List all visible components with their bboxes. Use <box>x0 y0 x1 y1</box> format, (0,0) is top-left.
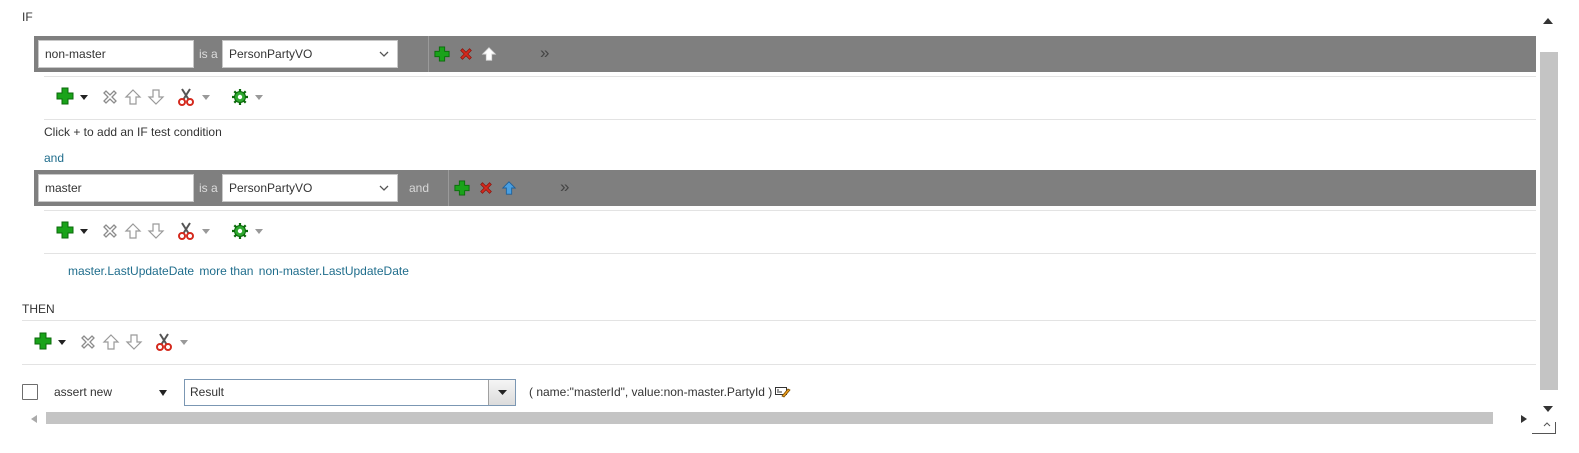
fact-type-value: PersonPartyVO <box>229 47 313 61</box>
connector-and-link[interactable]: and <box>44 151 64 165</box>
divider <box>44 253 1536 254</box>
delete-icon[interactable] <box>101 88 119 106</box>
add-icon[interactable] <box>454 180 470 196</box>
divider <box>44 119 1536 120</box>
expand-icon[interactable]: » <box>560 178 569 196</box>
cut-icon[interactable] <box>155 333 173 351</box>
divider <box>22 364 1536 365</box>
condition-operator[interactable]: more than <box>199 264 253 278</box>
fact-type-combobox[interactable]: Result <box>184 379 516 406</box>
chevron-down-icon <box>379 185 389 191</box>
assert-arguments: ( name:"masterId", value:non-master.Part… <box>529 385 773 399</box>
pattern-variable-input[interactable]: master <box>38 174 194 202</box>
move-up-icon[interactable] <box>481 46 497 62</box>
scroll-up-arrow-icon[interactable] <box>1542 16 1554 26</box>
delete-icon[interactable] <box>478 180 494 196</box>
scroll-down-arrow-icon[interactable] <box>1542 404 1554 414</box>
then-section-label: THEN <box>22 302 55 316</box>
move-up-icon[interactable] <box>124 222 142 240</box>
add-icon[interactable] <box>56 221 74 239</box>
pattern-and-label: and <box>409 181 430 195</box>
gear-icon[interactable] <box>231 88 249 106</box>
add-menu-chevron-icon[interactable] <box>80 229 88 234</box>
vertical-scroll-thumb[interactable] <box>1540 52 1558 390</box>
if-section-label: IF <box>22 10 33 24</box>
move-down-icon[interactable] <box>125 333 143 351</box>
is-a-label: is a <box>199 181 218 195</box>
combobox-dropdown-button[interactable] <box>488 380 515 405</box>
add-condition-hint: Click + to add an IF test condition <box>44 125 222 139</box>
cut-menu-chevron-icon[interactable] <box>202 95 210 100</box>
pattern-bar-master: master is a PersonPartyVO and » <box>34 170 1536 206</box>
fact-type-select[interactable]: PersonPartyVO <box>222 174 398 202</box>
move-up-icon[interactable] <box>501 180 517 196</box>
pattern-bar-non-master: non-master is a PersonPartyVO » <box>34 36 1536 72</box>
fact-type-value: Result <box>190 385 225 399</box>
move-down-icon[interactable] <box>147 88 165 106</box>
condition-right-operand[interactable]: non-master.LastUpdateDate <box>259 264 409 278</box>
add-icon[interactable] <box>34 332 52 350</box>
cut-menu-chevron-icon[interactable] <box>202 229 210 234</box>
add-icon[interactable] <box>434 46 450 62</box>
horizontal-scroll-thumb[interactable] <box>46 412 1493 424</box>
cut-menu-chevron-icon[interactable] <box>180 340 188 345</box>
chevron-down-icon <box>379 51 389 57</box>
resize-corner-icon[interactable] <box>1532 422 1556 434</box>
delete-icon[interactable] <box>101 222 119 240</box>
test-condition: master.LastUpdateDate more than non-mast… <box>68 264 409 278</box>
move-up-icon[interactable] <box>102 333 120 351</box>
gear-menu-chevron-icon[interactable] <box>255 95 263 100</box>
edit-properties-icon[interactable] <box>775 385 791 399</box>
is-a-label: is a <box>199 47 218 61</box>
pattern-actions: » <box>428 36 560 72</box>
move-up-icon[interactable] <box>124 88 142 106</box>
delete-icon[interactable] <box>458 46 474 62</box>
add-icon[interactable] <box>56 87 74 105</box>
divider <box>44 76 1536 77</box>
fact-type-select[interactable]: PersonPartyVO <box>222 40 398 68</box>
divider <box>22 320 1536 321</box>
cut-icon[interactable] <box>177 222 195 240</box>
expand-icon[interactable]: » <box>540 44 549 62</box>
divider <box>44 210 1536 211</box>
delete-icon[interactable] <box>79 333 97 351</box>
gear-icon[interactable] <box>231 222 249 240</box>
pattern-variable-input[interactable]: non-master <box>38 40 194 68</box>
add-menu-chevron-icon[interactable] <box>58 340 66 345</box>
condition-left-operand[interactable]: master.LastUpdateDate <box>68 264 194 278</box>
chevron-down-icon <box>498 390 507 395</box>
fact-type-value: PersonPartyVO <box>229 181 313 195</box>
gear-menu-chevron-icon[interactable] <box>255 229 263 234</box>
scroll-right-arrow-icon[interactable] <box>1520 414 1528 424</box>
scroll-left-arrow-icon[interactable] <box>30 414 38 424</box>
action-type-label[interactable]: assert new <box>54 385 112 399</box>
cut-icon[interactable] <box>177 88 195 106</box>
pattern-actions: » <box>448 170 580 206</box>
action-type-chevron-icon[interactable] <box>159 390 167 396</box>
move-down-icon[interactable] <box>147 222 165 240</box>
add-menu-chevron-icon[interactable] <box>80 95 88 100</box>
action-checkbox[interactable] <box>22 384 38 400</box>
